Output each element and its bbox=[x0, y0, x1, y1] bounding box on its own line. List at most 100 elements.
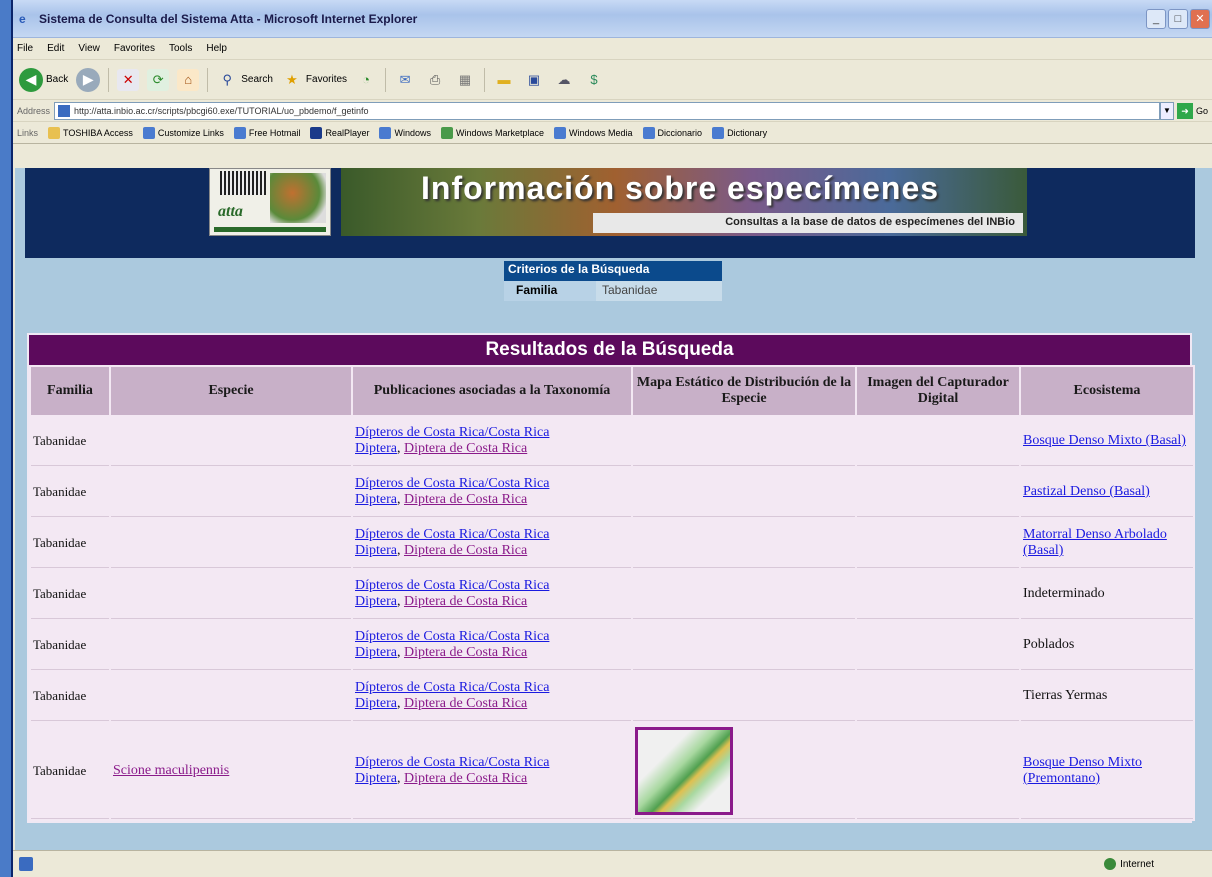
go-button[interactable]: Go bbox=[1196, 106, 1208, 116]
history-icon[interactable]: ◔ bbox=[355, 69, 377, 91]
address-dropdown-icon[interactable]: ▼ bbox=[1159, 101, 1174, 120]
link-dictionary[interactable]: Dictionary bbox=[712, 126, 767, 139]
toolbar-separator bbox=[108, 67, 110, 92]
folder-icon bbox=[48, 126, 61, 139]
search-criteria: Criterios de la Búsqueda Familia Tabanid… bbox=[504, 261, 722, 301]
maximize-button[interactable]: □ bbox=[1168, 8, 1188, 29]
publication-link[interactable]: Diptera de Costa Rica bbox=[404, 594, 527, 609]
print-icon[interactable]: ⎙ bbox=[424, 69, 446, 91]
header-image: Información sobre especímenes Consultas … bbox=[341, 168, 1027, 236]
publication-link[interactable]: Diptera de Costa Rica bbox=[404, 441, 527, 456]
stop-icon[interactable]: ✕ bbox=[117, 68, 140, 91]
search-button[interactable]: ⚲ Search bbox=[216, 69, 272, 91]
menu-file[interactable]: File bbox=[17, 43, 33, 54]
publication-link[interactable]: Diptera de Costa Rica bbox=[404, 645, 527, 660]
link-windows-marketplace[interactable]: Windows Marketplace bbox=[440, 126, 544, 139]
link-diccionario[interactable]: Diccionario bbox=[642, 126, 702, 139]
cell-ecosistema: Poblados bbox=[1021, 621, 1193, 670]
page-status-icon bbox=[19, 857, 33, 871]
publication-link[interactable]: Diptera bbox=[355, 441, 397, 456]
back-button[interactable]: ◀ Back bbox=[19, 67, 68, 92]
ecosystem-link[interactable]: Bosque Denso Mixto (Basal) bbox=[1023, 433, 1186, 448]
refresh-icon[interactable]: ⟳ bbox=[147, 68, 170, 91]
favorites-button[interactable]: ★ Favorites bbox=[281, 69, 347, 91]
publication-link[interactable]: Dípteros de Costa Rica/Costa Rica bbox=[355, 527, 549, 542]
address-bar: Address http://atta.inbio.ac.cr/scripts/… bbox=[13, 100, 1212, 122]
toolbar-separator bbox=[385, 67, 387, 92]
back-arrow-icon: ◀ bbox=[19, 67, 43, 92]
ecosystem-link[interactable]: Matorral Denso Arbolado (Basal) bbox=[1023, 527, 1167, 558]
status-bar: Internet bbox=[13, 850, 1212, 877]
cell-especie bbox=[111, 570, 351, 619]
publication-link[interactable]: Dípteros de Costa Rica/Costa Rica bbox=[355, 425, 549, 440]
publication-link[interactable]: Dípteros de Costa Rica/Costa Rica bbox=[355, 680, 549, 695]
header-banner: atta Información sobre especímenes Consu… bbox=[25, 168, 1195, 258]
cell-ecosistema: Pastizal Denso (Basal) bbox=[1021, 468, 1193, 517]
cell-mapa bbox=[633, 621, 855, 670]
cell-imagen bbox=[857, 417, 1019, 466]
publication-link[interactable]: Diptera de Costa Rica bbox=[404, 771, 527, 786]
cell-imagen bbox=[857, 519, 1019, 568]
link-windows-media[interactable]: Windows Media bbox=[554, 126, 633, 139]
link-windows[interactable]: Windows bbox=[379, 126, 431, 139]
logo-tagline bbox=[214, 227, 326, 232]
link-customize-links[interactable]: Customize Links bbox=[142, 126, 224, 139]
forward-button[interactable]: ▶ bbox=[76, 67, 101, 92]
window-title: Sistema de Consulta del Sistema Atta - M… bbox=[39, 11, 418, 26]
browser-window: e Sistema de Consulta del Sistema Atta -… bbox=[11, 0, 1212, 877]
publication-link[interactable]: Dípteros de Costa Rica/Costa Rica bbox=[355, 578, 549, 593]
menu-bar: File Edit View Favorites Tools Help bbox=[13, 38, 1212, 60]
publication-link[interactable]: Diptera de Costa Rica bbox=[404, 696, 527, 711]
menu-view[interactable]: View bbox=[78, 43, 100, 54]
go-arrow-icon[interactable]: ➜ bbox=[1176, 102, 1193, 119]
results-panel: Resultados de la Búsqueda Familia Especi… bbox=[27, 333, 1195, 823]
link-toshiba-access[interactable]: TOSHIBA Access bbox=[48, 126, 133, 139]
messenger-icon[interactable]: ☁ bbox=[553, 69, 575, 91]
folder-icon[interactable]: ▬ bbox=[493, 69, 515, 91]
cell-mapa bbox=[633, 570, 855, 619]
minimize-button[interactable]: _ bbox=[1146, 8, 1166, 29]
ecosystem-link[interactable]: Pastizal Denso (Basal) bbox=[1023, 484, 1150, 499]
publication-link[interactable]: Diptera bbox=[355, 594, 397, 609]
publication-link[interactable]: Dípteros de Costa Rica/Costa Rica bbox=[355, 476, 549, 491]
address-input[interactable]: http://atta.inbio.ac.cr/scripts/pbcgi60.… bbox=[54, 101, 1160, 120]
ecosystem-link[interactable]: Bosque Denso Mixto (Premontano) bbox=[1023, 755, 1142, 786]
menu-favorites[interactable]: Favorites bbox=[114, 43, 155, 54]
globe-icon bbox=[1104, 858, 1117, 870]
toolbar-extra-icon[interactable]: $ bbox=[583, 69, 605, 91]
publication-link[interactable]: Diptera bbox=[355, 696, 397, 711]
publication-link[interactable]: Dípteros de Costa Rica/Costa Rica bbox=[355, 755, 549, 770]
link-realplayer[interactable]: RealPlayer bbox=[310, 126, 369, 139]
link-page-icon bbox=[379, 126, 392, 139]
header-mapa: Mapa Estático de Distribución de la Espe… bbox=[633, 367, 855, 415]
publication-link[interactable]: Dípteros de Costa Rica/Costa Rica bbox=[355, 629, 549, 644]
publication-link[interactable]: Diptera de Costa Rica bbox=[404, 492, 527, 507]
results-title: Resultados de la Búsqueda bbox=[29, 335, 1190, 365]
publication-link[interactable]: Diptera bbox=[355, 543, 397, 558]
publication-link[interactable]: Diptera de Costa Rica bbox=[404, 543, 527, 558]
mail-icon[interactable]: ✉ bbox=[394, 69, 416, 91]
menu-tools[interactable]: Tools bbox=[169, 43, 192, 54]
edit-icon[interactable]: ▦ bbox=[454, 69, 476, 91]
distribution-map-thumbnail[interactable] bbox=[635, 726, 733, 815]
header-publicaciones: Publicaciones asociadas a la Taxonomía bbox=[353, 367, 631, 415]
ie-icon: e bbox=[19, 11, 26, 26]
menu-help[interactable]: Help bbox=[206, 43, 227, 54]
close-button[interactable]: ✕ bbox=[1190, 8, 1210, 29]
menu-edit[interactable]: Edit bbox=[47, 43, 64, 54]
cell-publicaciones: Dípteros de Costa Rica/Costa Rica Diptera… bbox=[353, 417, 631, 466]
cell-ecosistema: Indeterminado bbox=[1021, 570, 1193, 619]
cell-imagen bbox=[857, 723, 1019, 819]
publication-link[interactable]: Diptera bbox=[355, 645, 397, 660]
species-link[interactable]: Scione maculipennis bbox=[113, 763, 229, 778]
home-icon[interactable]: ⌂ bbox=[177, 68, 200, 91]
page-title: Información sobre especímenes bbox=[421, 170, 940, 206]
cell-familia: Tabanidae bbox=[31, 672, 109, 721]
research-icon[interactable]: ▣ bbox=[523, 69, 545, 91]
cell-mapa bbox=[633, 519, 855, 568]
publication-link[interactable]: Diptera bbox=[355, 771, 397, 786]
table-row: Tabanidae Scione maculipennis Dípteros de … bbox=[31, 723, 1193, 819]
star-icon: ★ bbox=[286, 71, 298, 87]
link-free-hotmail[interactable]: Free Hotmail bbox=[233, 126, 300, 139]
publication-link[interactable]: Diptera bbox=[355, 492, 397, 507]
